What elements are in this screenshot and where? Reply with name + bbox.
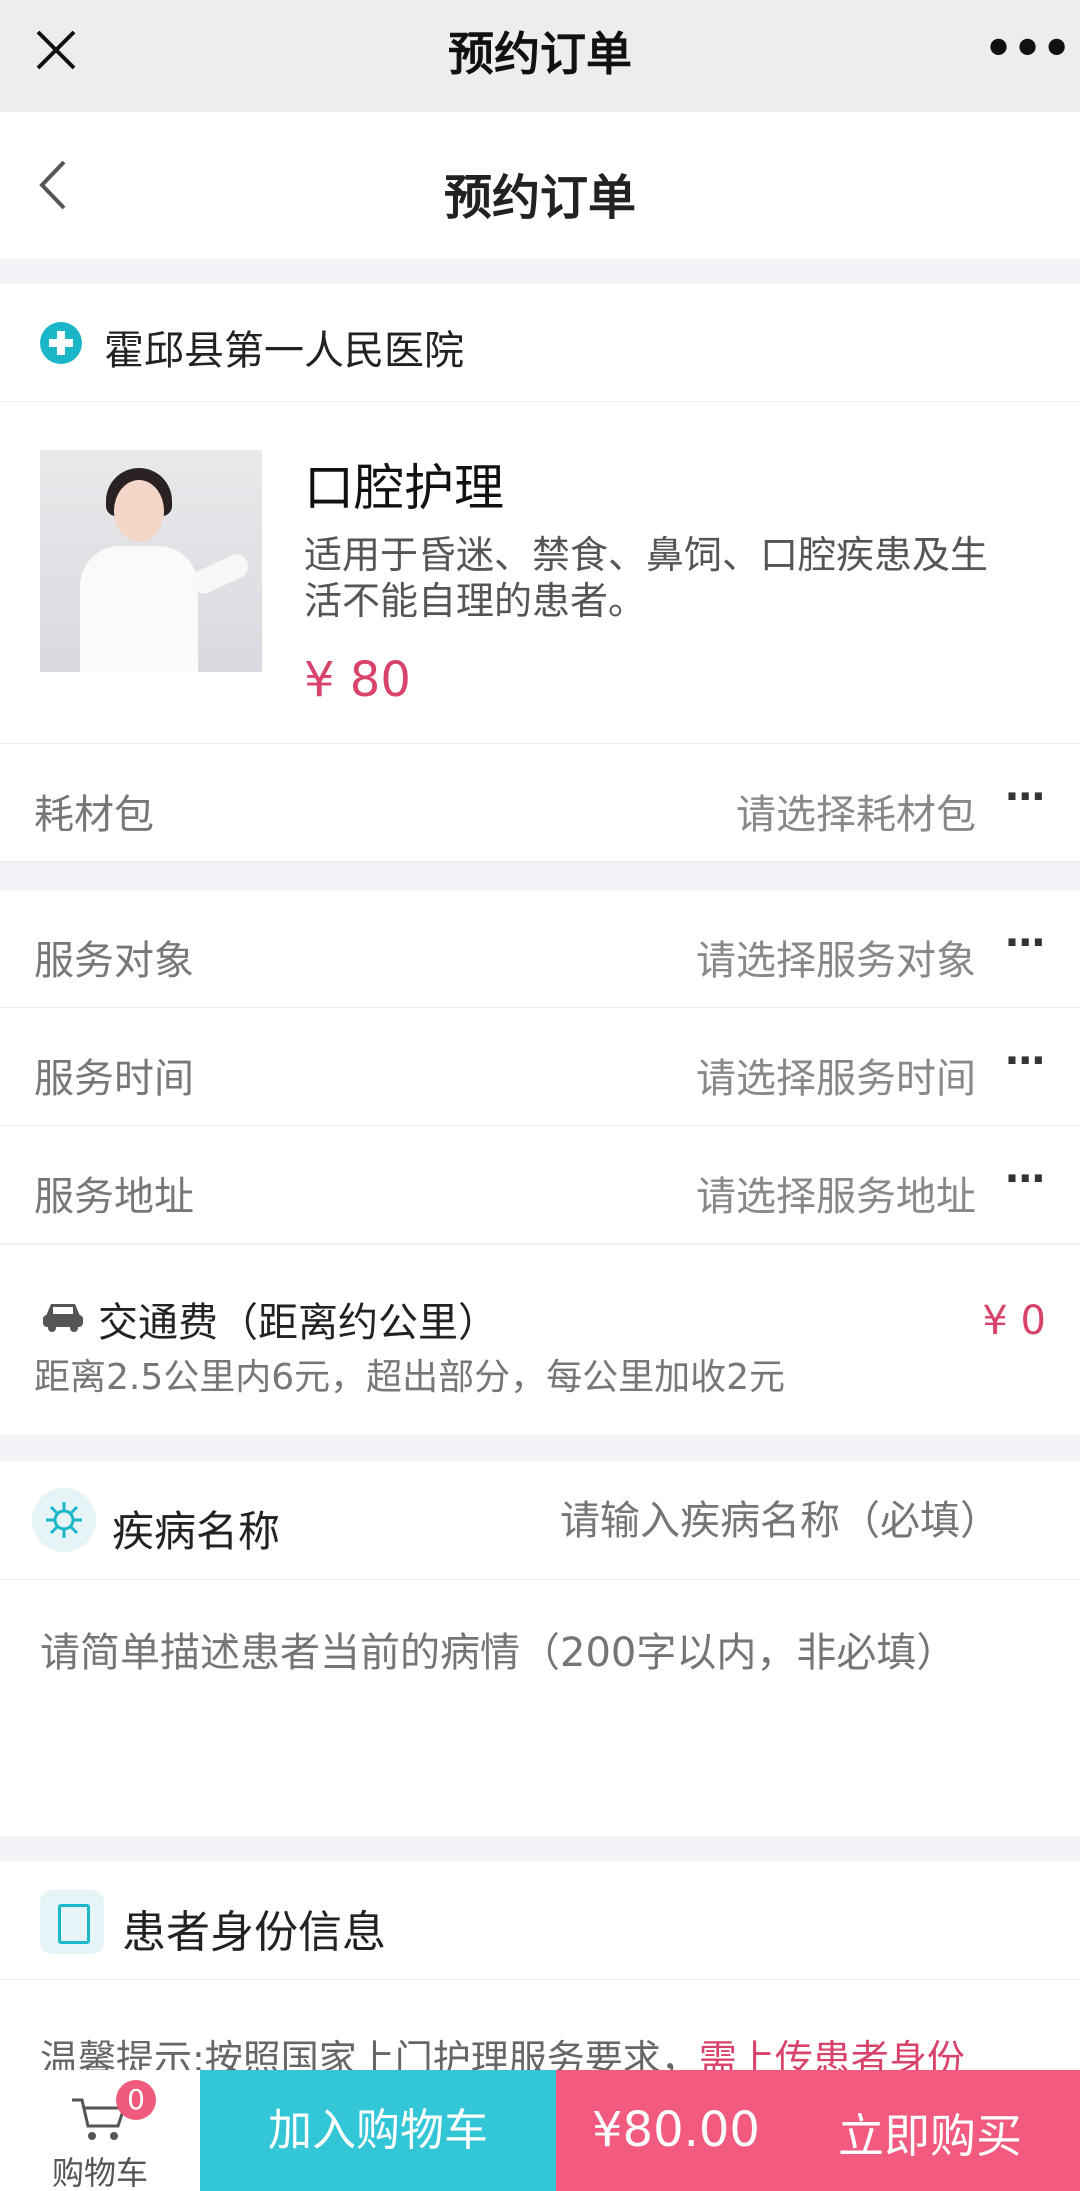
service-address-row[interactable]: 服务地址 请选择服务地址 ··· bbox=[0, 1126, 1080, 1244]
cart-label: 购物车 bbox=[51, 2154, 148, 2191]
product-description: 适用于昏迷、禁食、鼻饲、口腔疾患及生活不能自理的患者。 bbox=[304, 533, 989, 623]
condition-description-box bbox=[0, 1580, 1080, 1836]
wechat-title-bar: 预约订单 ••• bbox=[0, 0, 1080, 112]
medical-cross-icon bbox=[40, 322, 82, 364]
product-title: 口腔护理 bbox=[304, 459, 504, 517]
buy-area: ¥80.00 立即购买 bbox=[556, 2070, 1080, 2191]
buy-now-button[interactable]: 立即购买 bbox=[838, 2100, 1022, 2166]
service-target-row[interactable]: 服务对象 请选择服务对象 ··· bbox=[0, 890, 1080, 1008]
more-dots-icon[interactable]: ··· bbox=[1004, 1038, 1046, 1084]
service-time-row[interactable]: 服务时间 请选择服务时间 ··· bbox=[0, 1008, 1080, 1126]
service-address-value: 请选择服务地址 bbox=[696, 1174, 976, 1220]
id-document-icon bbox=[40, 1890, 104, 1954]
disease-name-input[interactable] bbox=[520, 1492, 1000, 1550]
cart-count-badge: 0 bbox=[116, 2080, 156, 2120]
condition-description-input[interactable] bbox=[40, 1620, 1040, 1810]
hospital-header: 霍邱县第一人民医院 bbox=[0, 284, 1080, 402]
page-header: 预约订单 bbox=[0, 112, 1080, 258]
consumables-label: 耗材包 bbox=[34, 792, 154, 838]
patient-id-header: 患者身份信息 bbox=[0, 1862, 1080, 1980]
bottom-action-bar: 0 购物车 加入购物车 ¥80.00 立即购买 bbox=[0, 2070, 1080, 2191]
service-time-label: 服务时间 bbox=[34, 1056, 194, 1102]
product-price: ¥ 80 bbox=[304, 652, 411, 708]
total-price: ¥80.00 bbox=[592, 2102, 760, 2158]
disease-name-row: 疾病名称 bbox=[0, 1462, 1080, 1580]
patient-id-title: 患者身份信息 bbox=[122, 1907, 386, 1958]
more-dots-icon[interactable]: ··· bbox=[1004, 774, 1046, 820]
more-dots-icon[interactable]: ··· bbox=[1004, 1156, 1046, 1202]
add-to-cart-button[interactable]: 加入购物车 bbox=[200, 2070, 556, 2191]
car-icon bbox=[43, 1304, 83, 1332]
more-dots-icon[interactable]: ··· bbox=[1004, 920, 1046, 966]
disease-name-label: 疾病名称 bbox=[112, 1507, 281, 1556]
page-title: 预约订单 bbox=[443, 170, 636, 226]
cart-button[interactable]: 0 购物车 bbox=[0, 2070, 200, 2191]
consumables-value: 请选择耗材包 bbox=[736, 792, 976, 838]
product-card: 口腔护理 适用于昏迷、禁食、鼻饲、口腔疾患及生活不能自理的患者。 ¥ 80 bbox=[0, 402, 1080, 744]
wechat-title: 预约订单 bbox=[448, 27, 632, 81]
traffic-fee-section: 交通费（距离约公里） 距离2.5公里内6元，超出部分，每公里加收2元 ¥ 0 bbox=[0, 1246, 1080, 1434]
service-target-label: 服务对象 bbox=[34, 938, 194, 984]
service-address-label: 服务地址 bbox=[34, 1174, 194, 1220]
traffic-fee-price: ¥ 0 bbox=[982, 1298, 1046, 1344]
hospital-name: 霍邱县第一人民医院 bbox=[104, 328, 464, 374]
service-time-value: 请选择服务时间 bbox=[696, 1056, 976, 1102]
traffic-fee-rule: 距离2.5公里内6元，超出部分，每公里加收2元 bbox=[34, 1357, 786, 1398]
traffic-fee-title: 交通费（距离约公里） bbox=[98, 1300, 498, 1346]
consumables-row[interactable]: 耗材包 请选择耗材包 ··· bbox=[0, 744, 1080, 862]
virus-icon bbox=[32, 1488, 96, 1552]
product-image bbox=[40, 450, 262, 672]
more-options-icon[interactable]: ••• bbox=[982, 22, 1073, 78]
service-target-value: 请选择服务对象 bbox=[696, 938, 976, 984]
